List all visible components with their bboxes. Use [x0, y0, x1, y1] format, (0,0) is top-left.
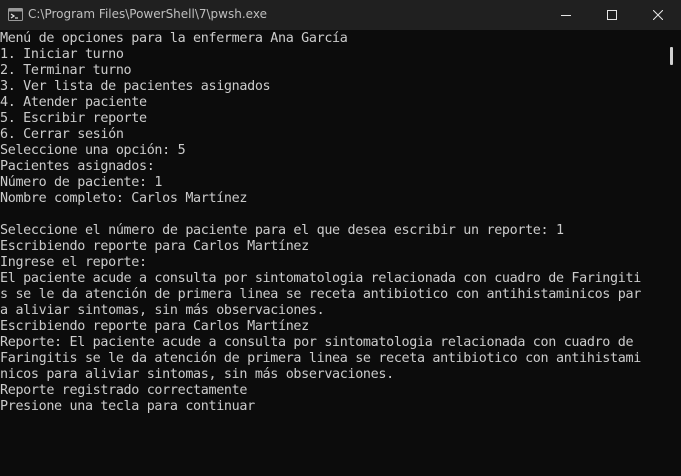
output-line: Pacientes asignados: — [0, 159, 155, 174]
vertical-scrollbar[interactable] — [663, 30, 681, 476]
powershell-icon — [8, 7, 23, 22]
output-line: nicos para aliviar sintomas, sin más obs… — [0, 367, 394, 382]
minimize-icon — [561, 15, 571, 16]
output-line: 5. Escribir reporte — [0, 111, 147, 126]
close-icon — [653, 10, 663, 20]
maximize-icon — [607, 10, 617, 20]
window-title: C:\Program Files\PowerShell\7\pwsh.exe — [28, 7, 267, 21]
output-line: Presione una tecla para continuar — [0, 399, 255, 414]
scrollbar-thumb[interactable] — [670, 47, 673, 65]
output-line: a aliviar sintomas, sin más observacione… — [0, 303, 325, 318]
output-line: 6. Cerrar sesión — [0, 127, 124, 142]
close-button[interactable] — [635, 0, 681, 30]
output-line: 4. Atender paciente — [0, 95, 147, 110]
output-line: Menú de opciones para la enfermera Ana G… — [0, 31, 348, 46]
output-line: El paciente acude a consulta por sintoma… — [0, 271, 641, 286]
output-line: Escribiendo reporte para Carlos Martínez — [0, 319, 309, 334]
output-line: Seleccione una opción: 5 — [0, 143, 186, 158]
output-line: Faringitis se le da atención de primera … — [0, 351, 641, 366]
output-line: 2. Terminar turno — [0, 63, 132, 78]
maximize-button[interactable] — [589, 0, 635, 30]
output-line: Reporte registrado correctamente — [0, 383, 248, 398]
output-line: Escribiendo reporte para Carlos Martínez — [0, 239, 309, 254]
minimize-button[interactable] — [543, 0, 589, 30]
output-line: Seleccione el número de paciente para el… — [0, 223, 564, 238]
terminal-output[interactable]: Menú de opciones para la enfermera Ana G… — [0, 30, 663, 476]
output-line: Reporte: El paciente acude a consulta po… — [0, 335, 634, 350]
output-line: s se le da atención de primera linea se … — [0, 287, 641, 302]
output-line: Número de paciente: 1 — [0, 175, 163, 190]
output-line: 1. Iniciar turno — [0, 47, 124, 62]
output-line: Ingrese el reporte: — [0, 255, 147, 270]
output-line: 3. Ver lista de pacientes asignados — [0, 79, 271, 94]
title-bar[interactable]: C:\Program Files\PowerShell\7\pwsh.exe — [0, 0, 681, 30]
output-line: Nombre completo: Carlos Martínez — [0, 191, 248, 206]
console-window: C:\Program Files\PowerShell\7\pwsh.exe M… — [0, 0, 681, 476]
